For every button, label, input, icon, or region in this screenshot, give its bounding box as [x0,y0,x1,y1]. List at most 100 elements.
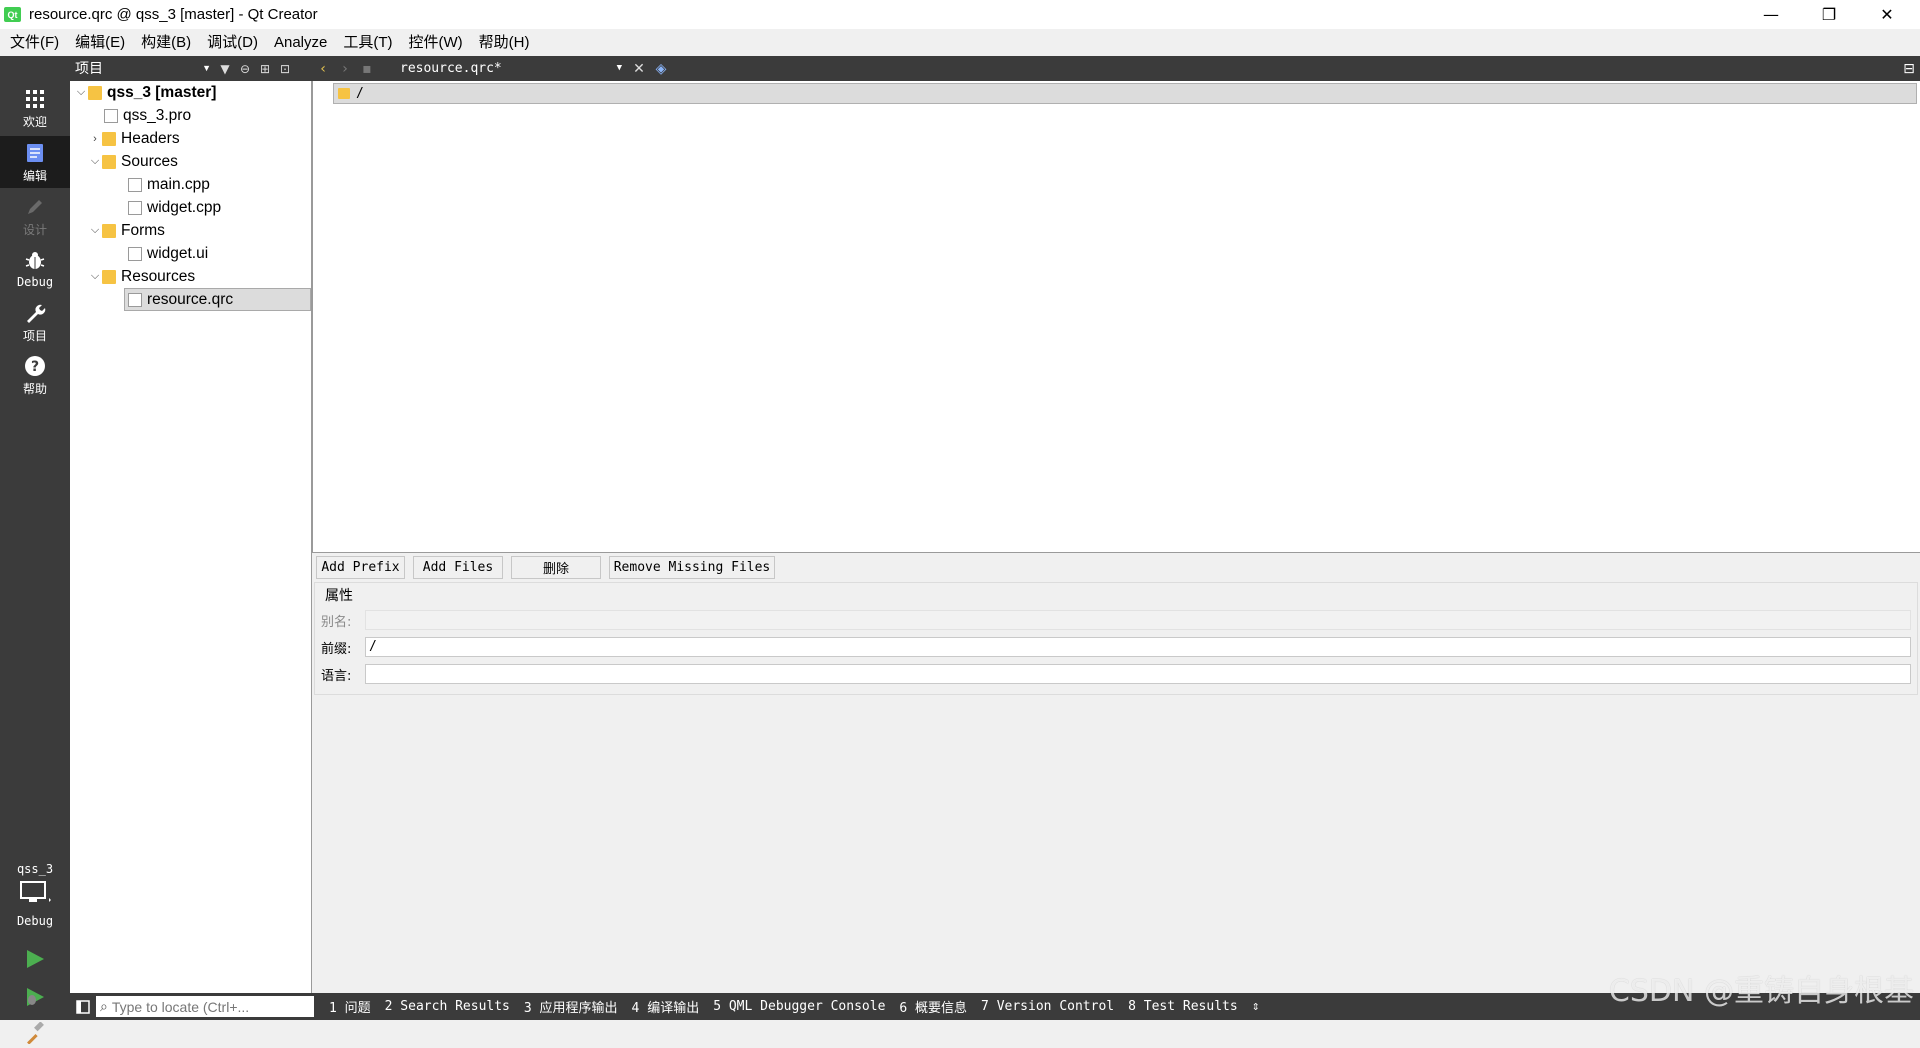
pane-test-results[interactable]: 8 Test Results [1121,999,1245,1014]
menu-analyze[interactable]: Analyze [266,29,335,56]
close-document-icon[interactable]: ✕ [628,61,650,77]
delete-button[interactable]: 删除 [511,555,601,579]
menu-edit[interactable]: 编辑(E) [67,29,133,56]
mode-label: 编辑 [22,168,47,183]
language-row: 语言: [321,663,1911,685]
chevron-down-icon[interactable]: ⌵ [88,224,102,237]
view-selector-label: 项目 [75,60,103,76]
prefix-row[interactable]: / [333,83,1917,104]
wrench-icon [27,304,46,323]
tree-item-widget-cpp[interactable]: widget.cpp [70,196,311,219]
mode-label: Debug [16,275,54,289]
add-files-button[interactable]: Add Files [413,555,503,579]
forward-icon[interactable]: › [334,61,356,77]
link-icon[interactable]: ⊖ [235,56,255,81]
menu-help[interactable]: 帮助(H) [471,29,538,56]
mode-label: 项目 [22,328,47,343]
ui-file-icon [128,246,142,261]
window-title: resource.qrc @ qss_3 [master] - Qt Creat… [29,6,318,23]
split-view-icon[interactable]: ⊟ [1898,61,1920,77]
pane-search-results[interactable]: 2 Search Results [378,999,517,1014]
folder-icon [102,223,116,238]
close-panel-icon[interactable]: ⊡ [275,56,295,81]
pane-compile-output[interactable]: 4 编译输出 [625,997,707,1016]
toggle-sidebar-button[interactable] [70,993,96,1020]
tree-item-resource-qrc[interactable]: resource.qrc [70,288,311,311]
chevron-down-icon[interactable]: ⌵ [74,86,88,99]
mode-design[interactable]: 设计 [0,190,70,242]
language-field[interactable] [365,664,1911,684]
minimize-button[interactable]: — [1742,0,1800,29]
build-button[interactable] [20,1018,50,1048]
tree-item-headers[interactable]: › Headers [70,127,311,150]
menu-widgets[interactable]: 控件(W) [401,29,471,56]
kit-selector[interactable]: qss_3 Debug [0,862,70,928]
remove-missing-files-button[interactable]: Remove Missing Files [609,555,775,579]
maximize-button[interactable]: ❐ [1800,0,1858,29]
project-tree: ⌵ qss_3 [master] qss_3.pro › Headers ⌵ S… [70,81,312,993]
more-panes-icon[interactable]: ⇕ [1245,999,1267,1014]
tree-item-resources[interactable]: ⌵ Resources [70,265,311,288]
properties-title: 属性 [325,588,353,604]
pane-application-output[interactable]: 3 应用程序输出 [517,997,625,1016]
prefix-folder-icon [338,88,350,99]
mode-projects[interactable]: 项目 [0,296,70,348]
view-selector[interactable]: 项目 ▼ [70,56,215,81]
split-icon[interactable]: ⊞ [255,56,275,81]
tree-item-label: resource.qrc [147,290,234,308]
back-icon[interactable]: ‹ [312,61,334,77]
cpp-file-icon [128,200,142,215]
folder-icon [102,154,116,169]
debug-play-icon [27,988,44,1006]
chevron-down-icon: ▼ [202,63,211,73]
filter-icon[interactable]: ▼ [215,56,235,81]
tree-item-forms[interactable]: ⌵ Forms [70,219,311,242]
mode-label: 帮助 [22,381,47,396]
pencil-icon [28,199,42,214]
language-label: 语言: [321,668,352,684]
mode-edit[interactable]: 编辑 [0,136,70,188]
menu-tools[interactable]: 工具(T) [335,29,400,56]
qt-creator-icon: Qt [4,7,21,22]
folder-icon [102,131,116,146]
grid-icon [26,89,44,108]
close-button[interactable]: ✕ [1858,0,1916,29]
tree-item-widget-ui[interactable]: widget.ui [70,242,311,265]
menu-file[interactable]: 文件(F) [2,29,67,56]
chevron-right-icon[interactable]: › [88,133,102,145]
tree-item-project[interactable]: ⌵ qss_3 [master] [70,81,311,104]
tree-item-pro-file[interactable]: qss_3.pro [70,104,311,127]
open-documents-combo[interactable]: resource.qrc* ▼ [378,56,628,81]
cpp-file-icon [128,177,142,192]
mode-debug[interactable]: Debug [0,243,70,295]
chevron-down-icon[interactable]: ⌵ [88,155,102,168]
prefix-field[interactable]: / [365,637,1911,657]
menu-debug[interactable]: 调试(D) [199,29,266,56]
search-icon: ⌕ [100,998,108,1014]
tree-item-sources[interactable]: ⌵ Sources [70,150,311,173]
locator-input[interactable]: ⌕ Type to locate (Ctrl+... [96,996,314,1017]
pane-general-messages[interactable]: 6 概要信息 [892,997,974,1016]
split-editor-icon[interactable]: ◈ [650,61,672,77]
debug-run-button[interactable] [20,982,50,1012]
menu-build[interactable]: 构建(B) [133,29,199,56]
tree-item-label: Headers [121,129,180,147]
mode-welcome[interactable]: 欢迎 [0,82,70,134]
add-prefix-button[interactable]: Add Prefix [316,555,405,579]
pane-version-control[interactable]: 7 Version Control [974,999,1121,1014]
tree-item-main-cpp[interactable]: main.cpp [70,173,311,196]
hammer-icon [27,1022,44,1044]
resource-buttons: Add Prefix Add Files 删除 Remove Missing F… [312,553,1920,581]
tree-item-label: widget.ui [147,244,209,262]
chevron-down-icon[interactable]: ⌵ [88,270,102,283]
kit-project-name: qss_3 [16,862,54,876]
tree-item-label: Resources [121,267,196,285]
pane-issues[interactable]: 1 问题 [322,997,378,1016]
tree-item-label: Sources [121,152,178,170]
status-bar: ⌕ Type to locate (Ctrl+... 1 问题 2 Search… [70,993,1920,1020]
mode-help[interactable]: ? 帮助 [0,349,70,401]
projects-toolbar: 项目 ▼ ▼ ⊖ ⊞ ⊡ [70,56,312,81]
tree-item-label: qss_3.pro [123,106,192,124]
pane-qml-debugger[interactable]: 5 QML Debugger Console [706,999,892,1014]
run-button[interactable] [20,944,50,974]
